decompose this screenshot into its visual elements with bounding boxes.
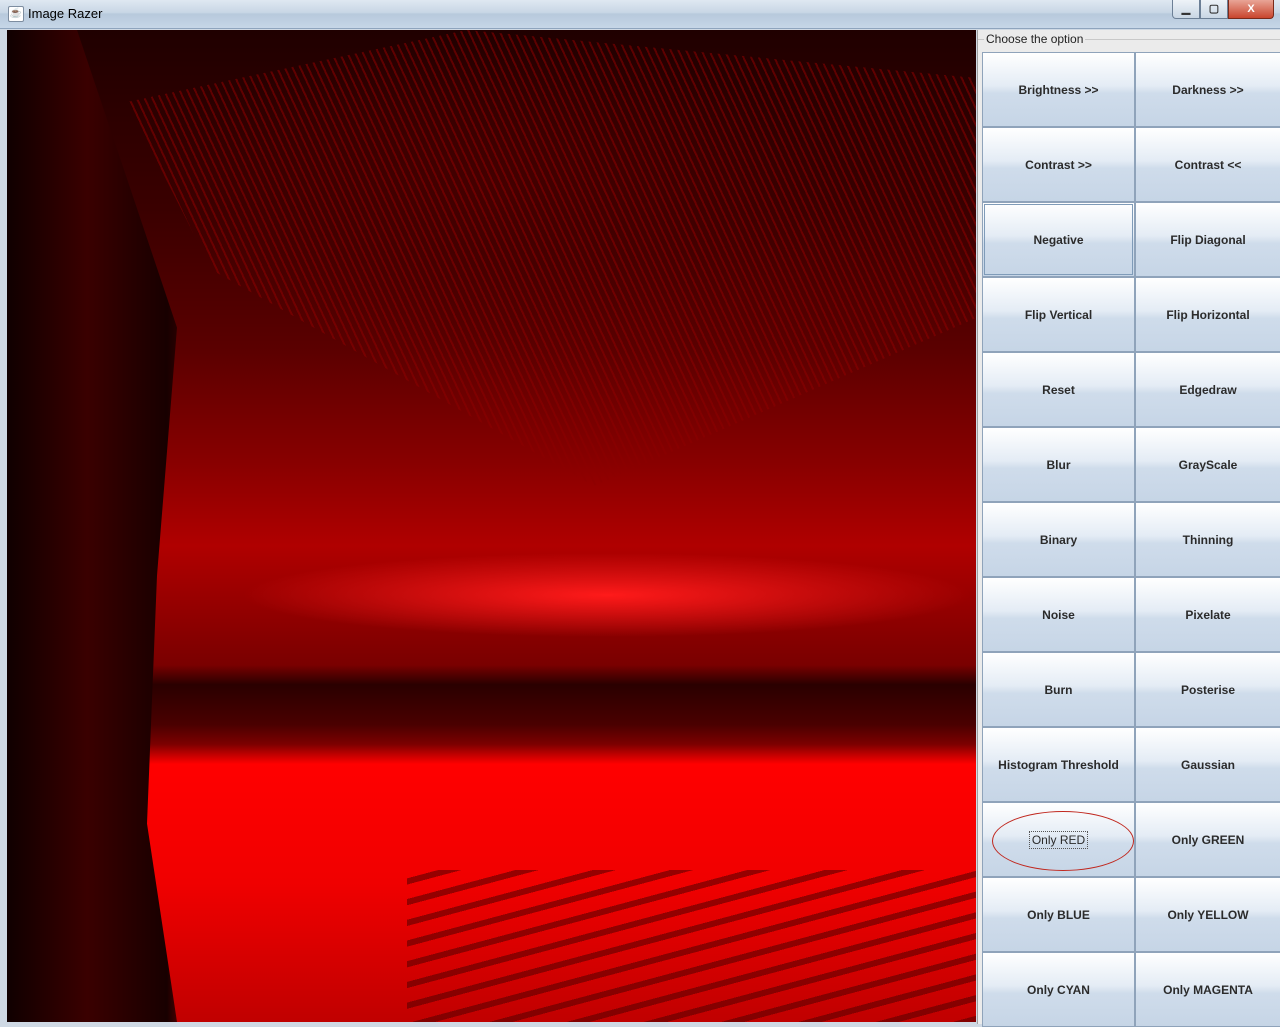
java-app-icon: ☕ xyxy=(8,6,24,22)
histogram-threshold-button[interactable]: Histogram Threshold xyxy=(982,727,1135,802)
title-bar[interactable]: ☕ Image Razer ▁ ▢ X xyxy=(0,0,1280,29)
grayscale-button[interactable]: GrayScale xyxy=(1135,427,1280,502)
button-label: Pixelate xyxy=(1185,607,1231,622)
button-label: Histogram Threshold xyxy=(998,757,1119,772)
palm-shadow xyxy=(407,870,976,1022)
palm-fronds xyxy=(127,30,976,486)
button-label: Contrast >> xyxy=(1025,157,1092,172)
button-label: Only BLUE xyxy=(1027,907,1090,922)
posterise-button[interactable]: Posterise xyxy=(1135,652,1280,727)
button-label: Only MAGENTA xyxy=(1163,982,1253,997)
image-canvas xyxy=(7,30,976,1022)
options-panel: Choose the option Brightness >> Darkness… xyxy=(977,30,1280,1027)
only-blue-button[interactable]: Only BLUE xyxy=(982,877,1135,952)
window-controls: ▁ ▢ X xyxy=(1172,0,1274,20)
button-label: Thinning xyxy=(1182,532,1234,547)
contrast-down-button[interactable]: Contrast << xyxy=(1135,127,1280,202)
negative-button[interactable]: Negative xyxy=(982,202,1135,277)
button-label: Only RED xyxy=(1028,830,1089,849)
button-label: Flip Vertical xyxy=(1024,307,1093,322)
binary-button[interactable]: Binary xyxy=(982,502,1135,577)
button-label: Reset xyxy=(1042,382,1075,397)
button-label: Only CYAN xyxy=(1027,982,1090,997)
gaussian-button[interactable]: Gaussian xyxy=(1135,727,1280,802)
button-label: Brightness >> xyxy=(1018,82,1099,97)
button-label: Burn xyxy=(1044,682,1073,697)
button-label: Flip Diagonal xyxy=(1170,232,1246,247)
only-cyan-button[interactable]: Only CYAN xyxy=(982,952,1135,1027)
maximize-button[interactable]: ▢ xyxy=(1200,0,1228,19)
button-label: Negative xyxy=(1033,232,1084,247)
flip-diagonal-button[interactable]: Flip Diagonal xyxy=(1135,202,1280,277)
only-magenta-button[interactable]: Only MAGENTA xyxy=(1135,952,1280,1027)
blur-button[interactable]: Blur xyxy=(982,427,1135,502)
noise-button[interactable]: Noise xyxy=(982,577,1135,652)
pixelate-button[interactable]: Pixelate xyxy=(1135,577,1280,652)
flip-vertical-button[interactable]: Flip Vertical xyxy=(982,277,1135,352)
edgedraw-button[interactable]: Edgedraw xyxy=(1135,352,1280,427)
only-red-button[interactable]: Only RED xyxy=(982,802,1135,877)
burn-button[interactable]: Burn xyxy=(982,652,1135,727)
only-yellow-button[interactable]: Only YELLOW xyxy=(1135,877,1280,952)
only-green-button[interactable]: Only GREEN xyxy=(1135,802,1280,877)
button-label: Edgedraw xyxy=(1179,382,1237,397)
reset-button[interactable]: Reset xyxy=(982,352,1135,427)
contrast-up-button[interactable]: Contrast >> xyxy=(982,127,1135,202)
thinning-button[interactable]: Thinning xyxy=(1135,502,1280,577)
options-grid: Brightness >> Darkness >> Contrast >> Co… xyxy=(982,52,1280,1027)
button-label: Noise xyxy=(1042,607,1075,622)
button-label: Gaussian xyxy=(1180,757,1236,772)
panel-title: Choose the option xyxy=(984,32,1086,46)
button-label: Contrast << xyxy=(1174,157,1242,172)
button-label: Binary xyxy=(1039,532,1078,547)
button-label: Only YELLOW xyxy=(1167,907,1249,922)
brightness-up-button[interactable]: Brightness >> xyxy=(982,52,1135,127)
window-title: Image Razer xyxy=(28,6,103,21)
close-button[interactable]: X xyxy=(1228,0,1274,19)
flip-horizontal-button[interactable]: Flip Horizontal xyxy=(1135,277,1280,352)
button-label: Only GREEN xyxy=(1171,832,1245,847)
button-label: Blur xyxy=(1046,457,1071,472)
minimize-button[interactable]: ▁ xyxy=(1172,0,1200,19)
darkness-button[interactable]: Darkness >> xyxy=(1135,52,1280,127)
button-label: Darkness >> xyxy=(1172,82,1244,97)
button-label: GrayScale xyxy=(1178,457,1238,472)
button-label: Flip Horizontal xyxy=(1166,307,1250,322)
button-label: Posterise xyxy=(1180,682,1236,697)
